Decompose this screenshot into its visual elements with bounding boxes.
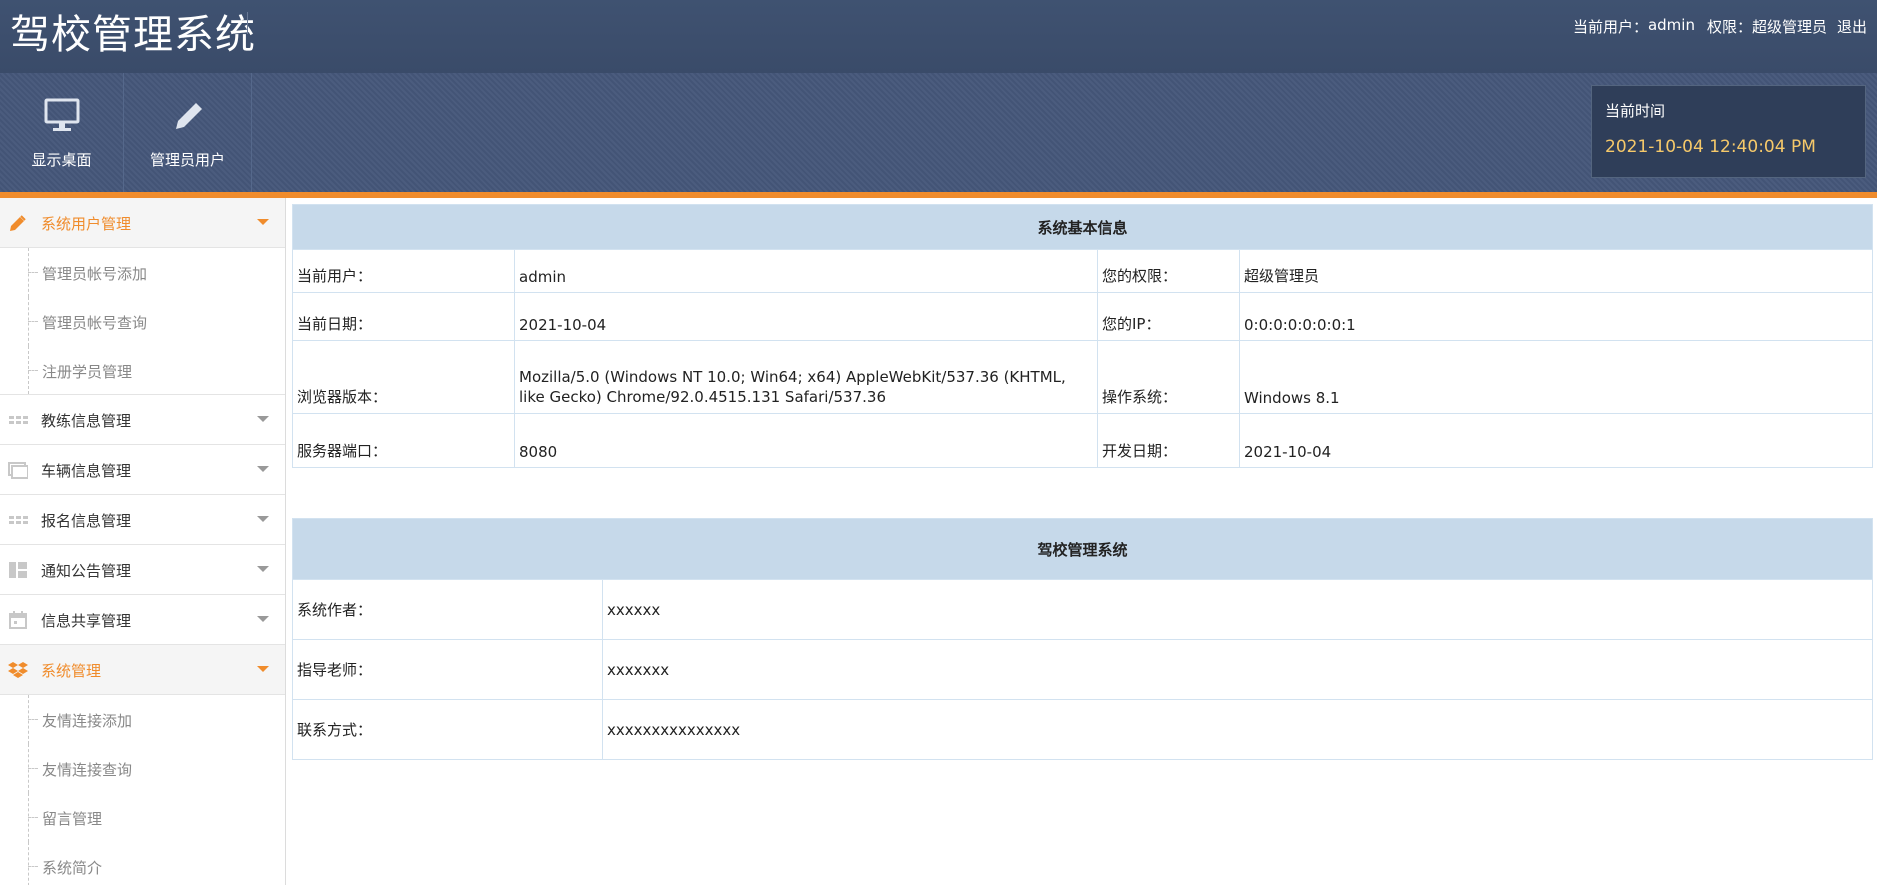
title-divider	[247, 12, 248, 34]
chevron-down-icon	[257, 566, 269, 572]
menu-label: 报名信息管理	[41, 512, 132, 530]
role-label: 权限：	[1706, 18, 1752, 36]
info-key: 您的权限：	[1097, 249, 1240, 293]
about-key: 系统作者：	[292, 579, 603, 640]
table-row: 当前日期： 2021-10-04 您的IP： 0:0:0:0:0:0:0:1	[292, 292, 1873, 341]
dropbox-icon	[8, 662, 28, 678]
chevron-down-icon	[257, 666, 269, 672]
info-value: Mozilla/5.0 (Windows NT 10.0; Win64; x64…	[514, 340, 1098, 414]
menu-label: 信息共享管理	[41, 612, 132, 630]
info-value: 超级管理员	[1239, 249, 1873, 293]
current-time-label: 当前时间	[1605, 102, 1666, 120]
info-key: 操作系统：	[1097, 340, 1240, 414]
chevron-down-icon	[257, 416, 269, 422]
sidebar-item-admin-account-add[interactable]: 管理员帐号添加	[0, 248, 285, 297]
info-key: 开发日期：	[1097, 413, 1240, 468]
admin-user-label: 管理员用户	[149, 151, 225, 169]
menu-label: 系统管理	[41, 662, 102, 680]
chevron-down-icon	[257, 466, 269, 472]
info-value: 0:0:0:0:0:0:0:1	[1239, 292, 1873, 341]
current-time-panel: 当前时间 2021-10-04 12:40:04 PM	[1591, 85, 1866, 178]
show-desktop-button[interactable]: 显示桌面	[0, 73, 124, 192]
pencil-icon	[175, 100, 205, 129]
info-value: admin	[514, 249, 1098, 293]
info-key: 当前用户：	[292, 249, 515, 293]
sidebar-item-friend-link-add[interactable]: 友情连接添加	[0, 695, 285, 744]
menu-system-management[interactable]: 系统管理	[0, 645, 285, 695]
logout-link[interactable]: 退出	[1837, 16, 1867, 37]
pencil-icon	[10, 215, 26, 231]
sidebar: 系统用户管理 管理员帐号添加 管理员帐号查询 注册学员管理 教练信息管理 车辆信…	[0, 198, 286, 885]
monitor-icon	[44, 98, 79, 131]
role-value: 超级管理员	[1751, 18, 1827, 36]
menu-label: 教练信息管理	[41, 412, 132, 430]
app-title: 驾校管理系统	[10, 12, 256, 58]
info-key: 服务器端口：	[292, 413, 515, 468]
sidebar-item-label: 友情连接添加	[42, 712, 133, 730]
about-value: xxxxxxx	[602, 639, 1873, 700]
table-row: 系统作者： xxxxxx	[292, 579, 1873, 640]
submenu-system-management: 友情连接添加 友情连接查询 留言管理 系统简介	[0, 695, 285, 885]
table-row: 联系方式： xxxxxxxxxxxxxxx	[292, 699, 1873, 760]
sidebar-item-label: 管理员帐号添加	[42, 265, 148, 283]
current-time-value: 2021-10-04 12:40:04 PM	[1605, 137, 1816, 157]
main-content: 系统基本信息 当前用户： admin 您的权限： 超级管理员 当前日期： 202…	[292, 204, 1873, 760]
menu-system-user-management[interactable]: 系统用户管理	[0, 198, 285, 248]
current-user-name: admin	[1647, 16, 1695, 34]
about-system-title: 驾校管理系统	[292, 518, 1873, 580]
submenu-system-user: 管理员帐号添加 管理员帐号查询 注册学员管理	[0, 248, 285, 395]
current-user-label: 当前用户：	[1572, 18, 1648, 36]
info-key: 您的IP：	[1097, 292, 1240, 341]
sidebar-item-label: 管理员帐号查询	[42, 314, 148, 332]
info-value: 8080	[514, 413, 1098, 468]
chevron-down-icon	[257, 516, 269, 522]
info-value: 2021-10-04	[1239, 413, 1873, 468]
sidebar-item-label: 友情连接查询	[42, 761, 133, 779]
sidebar-item-admin-account-query[interactable]: 管理员帐号查询	[0, 297, 285, 346]
about-key: 指导老师：	[292, 639, 603, 700]
table-row: 服务器端口： 8080 开发日期： 2021-10-04	[292, 413, 1873, 468]
chevron-down-icon	[257, 616, 269, 622]
image-icon	[8, 462, 28, 479]
menu-info-sharing[interactable]: 信息共享管理	[0, 595, 285, 645]
menu-enrollment-info[interactable]: 报名信息管理	[0, 495, 285, 545]
menu-label: 通知公告管理	[41, 562, 132, 580]
grid-icon	[9, 516, 28, 524]
sidebar-item-friend-link-query[interactable]: 友情连接查询	[0, 744, 285, 793]
menu-vehicle-info[interactable]: 车辆信息管理	[0, 445, 285, 495]
table-row: 指导老师： xxxxxxx	[292, 639, 1873, 700]
sidebar-item-system-intro[interactable]: 系统简介	[0, 842, 285, 885]
user-info-bar: 当前用户： admin 权限： 超级管理员 退出	[1573, 16, 1867, 37]
table-row: 当前用户： admin 您的权限： 超级管理员	[292, 249, 1873, 293]
sidebar-item-registered-students[interactable]: 注册学员管理	[0, 346, 285, 395]
info-key: 当前日期：	[292, 292, 515, 341]
system-info-title: 系统基本信息	[292, 204, 1873, 250]
nav-bar: 显示桌面 管理员用户 当前时间 2021-10-04 12:40:04 PM	[0, 73, 1877, 192]
system-info-table: 系统基本信息 当前用户： admin 您的权限： 超级管理员 当前日期： 202…	[292, 204, 1873, 468]
menu-label: 车辆信息管理	[41, 462, 132, 480]
sidebar-item-label: 注册学员管理	[42, 363, 133, 381]
sidebar-item-label: 留言管理	[42, 810, 103, 828]
about-value: xxxxxx	[602, 579, 1873, 640]
menu-coach-info[interactable]: 教练信息管理	[0, 395, 285, 445]
about-key: 联系方式：	[292, 699, 603, 760]
menu-notice-management[interactable]: 通知公告管理	[0, 545, 285, 595]
about-system-table: 驾校管理系统 系统作者： xxxxxx 指导老师： xxxxxxx 联系方式： …	[292, 518, 1873, 760]
grid-icon	[9, 416, 28, 424]
menu-label: 系统用户管理	[41, 215, 132, 233]
calendar-icon	[9, 611, 27, 629]
chevron-down-icon	[257, 219, 269, 225]
layout-icon	[9, 562, 27, 578]
top-header: 驾校管理系统 当前用户： admin 权限： 超级管理员 退出	[0, 0, 1877, 73]
about-value: xxxxxxxxxxxxxxx	[602, 699, 1873, 760]
info-key: 浏览器版本：	[292, 340, 515, 414]
admin-user-button[interactable]: 管理员用户	[124, 73, 252, 192]
show-desktop-label: 显示桌面	[31, 151, 92, 169]
sidebar-item-message-management[interactable]: 留言管理	[0, 793, 285, 842]
info-value: 2021-10-04	[514, 292, 1098, 341]
table-row: 浏览器版本： Mozilla/5.0 (Windows NT 10.0; Win…	[292, 340, 1873, 414]
info-value: Windows 8.1	[1239, 340, 1873, 414]
sidebar-item-label: 系统简介	[42, 859, 103, 877]
